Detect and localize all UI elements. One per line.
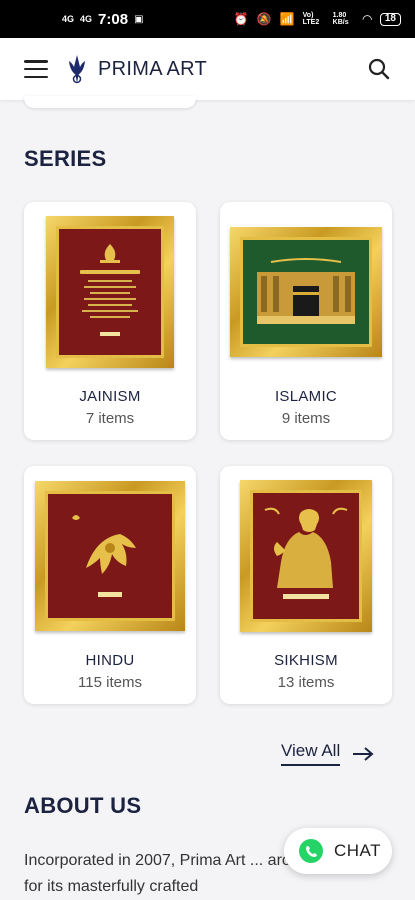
- previous-card-edge: [24, 96, 196, 108]
- series-count-hindu: 115 items: [78, 674, 142, 691]
- prima-art-logo-icon: [69, 55, 85, 84]
- view-all-link[interactable]: View All: [281, 741, 374, 766]
- about-title: ABOUT US: [24, 793, 142, 818]
- jainism-frame-image: [24, 212, 196, 372]
- series-name-hindu: HINDU: [85, 652, 135, 669]
- sikhism-art-icon: [264, 507, 348, 599]
- series-count-jainism: 7 items: [85, 410, 135, 427]
- status-bar: 4G 4G 7:08 ▣ ⏰ 🔕 📶 Vo) LTE2 1.80 KB/s ◠ …: [0, 0, 415, 38]
- alarm-icon: ⏰: [233, 12, 249, 26]
- series-card-sikhism[interactable]: SIKHISM 13 items: [220, 466, 392, 704]
- islamic-art-icon: [257, 258, 355, 324]
- chat-button[interactable]: CHAT: [284, 828, 392, 874]
- status-time: 7:08: [98, 10, 129, 28]
- whatsapp-icon: [299, 839, 323, 863]
- jainism-art-icon: [80, 244, 140, 336]
- series-card-hindu[interactable]: HINDU 115 items: [24, 466, 196, 704]
- series-card-islamic[interactable]: ISLAMIC 9 items: [220, 202, 392, 440]
- arrow-right-icon: [353, 746, 374, 761]
- hindu-art-icon: [72, 515, 136, 597]
- sikhism-frame-image: [220, 476, 392, 636]
- series-name-islamic: ISLAMIC: [274, 388, 338, 405]
- series-title: SERIES: [24, 146, 107, 171]
- network-indicator-2: 4G: [80, 13, 93, 24]
- chat-label: CHAT: [334, 841, 382, 860]
- speed-indicator: 1.80 KB/s: [332, 12, 349, 26]
- islamic-frame-image: [220, 212, 392, 372]
- series-name-jainism: JAINISM: [79, 388, 141, 405]
- battery-indicator: 18: [379, 12, 401, 26]
- hindu-frame-image: [24, 476, 196, 636]
- wifi-icon: ◠: [362, 12, 372, 26]
- search-icon[interactable]: [367, 57, 391, 81]
- brand-name[interactable]: PRIMA ART: [98, 58, 207, 81]
- view-all-label: View All: [281, 741, 341, 766]
- app-header: PRIMA ART: [0, 38, 415, 100]
- series-name-sikhism: SIKHISM: [274, 652, 338, 669]
- mute-icon: 🔕: [256, 12, 272, 26]
- network-info: Vo) LTE2: [302, 12, 320, 26]
- network-indicator-1: 4G: [62, 13, 75, 24]
- hamburger-menu-icon[interactable]: [24, 60, 48, 78]
- wifi-call-icon: 📶: [279, 12, 295, 26]
- series-card-jainism[interactable]: JAINISM 7 items: [24, 202, 196, 440]
- notification-icon: ▣: [134, 13, 144, 25]
- series-count-islamic: 9 items: [281, 410, 331, 427]
- series-count-sikhism: 13 items: [277, 674, 335, 691]
